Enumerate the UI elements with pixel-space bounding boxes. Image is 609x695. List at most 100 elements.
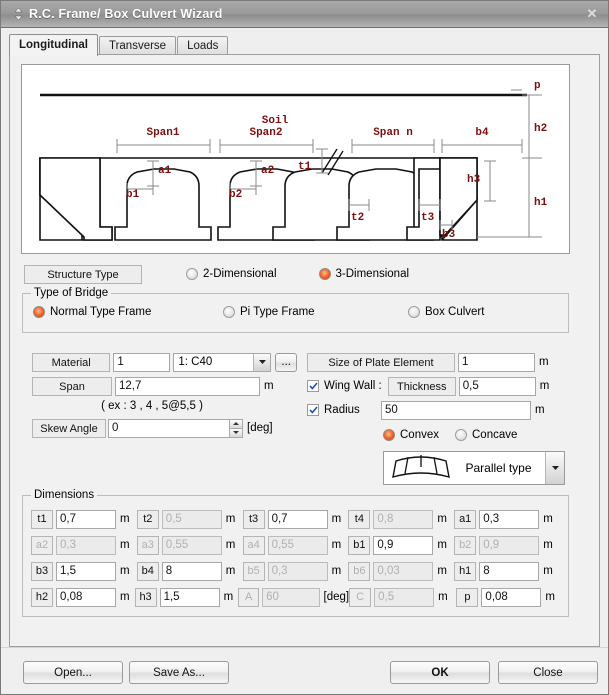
dim-b3: b3 1,5 m — [31, 560, 137, 582]
dim-input-b3[interactable]: 1,5 — [56, 562, 116, 581]
radio-2-dimensional[interactable]: 2-Dimensional — [186, 268, 277, 280]
arch-segment-icon — [390, 454, 452, 483]
span-input[interactable]: 12,7 — [115, 377, 260, 396]
material-browse-button[interactable]: ... — [275, 353, 297, 372]
save-as-button[interactable]: Save As... — [129, 661, 229, 684]
dim-t2: t2 0,5 m — [137, 508, 243, 530]
dimensions-legend: Dimensions — [31, 489, 97, 501]
right-form-column: Size of Plate Element 1 m Wing Wall : Th… — [307, 351, 569, 485]
dim-unit-p: m — [545, 591, 555, 603]
plate-element-input[interactable]: 1 — [458, 353, 535, 372]
dim-label-a1: a1 — [454, 510, 476, 529]
radio-dot-convex — [383, 429, 395, 441]
dim-input-a1[interactable]: 0,3 — [479, 510, 539, 529]
tab-transverse[interactable]: Transverse — [99, 36, 176, 56]
diagram-label-b4: b4 — [475, 127, 489, 139]
span-unit: m — [264, 380, 274, 392]
skew-angle-stepper[interactable] — [229, 419, 243, 438]
wing-wall-label: Wing Wall : — [324, 380, 382, 392]
radio-normal-type-frame[interactable]: Normal Type Frame — [33, 306, 223, 318]
dim-unit-a2: m — [120, 539, 130, 551]
chevron-down-icon — [253, 354, 270, 371]
dim-b1: b1 0,9 m — [348, 534, 454, 556]
material-input[interactable]: 1 — [113, 353, 170, 372]
dim-h1: h1 8 m — [454, 560, 560, 582]
ok-button[interactable]: OK — [390, 661, 490, 684]
material-combo[interactable]: 1: C40 — [173, 353, 271, 372]
dim-input-p[interactable]: 0,08 — [481, 588, 541, 607]
span-label: Span — [32, 377, 112, 396]
radio-dot-concave — [455, 429, 467, 441]
dim-h2: h2 0,08 m — [31, 586, 135, 608]
dim-h3: h3 1,5 m — [135, 586, 239, 608]
radio-concave[interactable]: Concave — [455, 429, 517, 441]
tab-loads[interactable]: Loads — [177, 36, 228, 56]
dim-unit-b2: m — [543, 539, 553, 551]
radio-pi-type-frame[interactable]: Pi Type Frame — [223, 306, 408, 318]
dim-unit-b3: m — [120, 565, 130, 577]
skew-angle-unit: [deg] — [247, 422, 273, 434]
dim-input-h1[interactable]: 8 — [479, 562, 539, 581]
dim-input-t4: 0,8 — [373, 510, 433, 529]
radio-box-culvert[interactable]: Box Culvert — [408, 306, 484, 318]
dim-label-t4: t4 — [348, 510, 370, 529]
span-row: Span 12,7 m — [32, 375, 297, 397]
radio-dot-3d — [319, 268, 331, 280]
structure-type-row: Structure Type 2-Dimensional 3-Dimension… — [24, 263, 569, 285]
diagram-label-soil: Soil — [262, 115, 289, 127]
diagram-label-t3: t3 — [421, 212, 435, 224]
dim-input-t1[interactable]: 0,7 — [56, 510, 116, 529]
dim-b6: b6 0,03 m — [348, 560, 454, 582]
dim-c: C 0,5 m — [349, 586, 456, 608]
wing-wall-thickness-input[interactable]: 0,5 — [459, 377, 536, 396]
dim-input-b4[interactable]: 8 — [162, 562, 222, 581]
close-icon[interactable]: ✕ — [580, 4, 604, 24]
dim-unit-b4: m — [226, 565, 236, 577]
dim-input-a3: 0,55 — [162, 536, 222, 555]
diagram-label-h3-right: h3 — [467, 174, 481, 186]
radio-convex[interactable]: Convex — [383, 429, 455, 441]
dim-input-b1[interactable]: 0,9 — [373, 536, 433, 555]
dim-input-h2[interactable]: 0,08 — [56, 588, 116, 607]
updown-chevron-icon — [11, 6, 25, 22]
plate-element-label: Size of Plate Element — [307, 353, 455, 372]
dimensions-row-3: b3 1,5 m b4 8 m b5 0,3 m b6 0,03 m — [31, 560, 560, 582]
dim-unit-b6: m — [437, 565, 447, 577]
dim-label-a-angle: A — [238, 588, 259, 607]
type-of-bridge-legend: Type of Bridge — [31, 287, 111, 299]
diagram-label-a1: a1 — [158, 165, 172, 177]
curvature-row: Convex Concave — [307, 425, 569, 445]
wing-wall-checkbox[interactable]: Wing Wall : — [307, 380, 382, 392]
dim-input-a2: 0,3 — [56, 536, 116, 555]
chevron-down-icon-wall-type[interactable] — [545, 452, 564, 484]
plate-element-unit: m — [539, 356, 549, 368]
tab-longitudinal[interactable]: Longitudinal — [9, 34, 98, 56]
dim-input-t2: 0,5 — [162, 510, 222, 529]
radio-label-3d: 3-Dimensional — [336, 268, 410, 280]
dimensions-row-1: t1 0,7 m t2 0,5 m t3 0,7 m t4 0,8 m — [31, 508, 560, 530]
dim-a2: a2 0,3 m — [31, 534, 137, 556]
dim-b4: b4 8 m — [137, 560, 243, 582]
dim-label-h2: h2 — [31, 588, 53, 607]
dim-t4: t4 0,8 m — [348, 508, 454, 530]
radio-label-box-culvert: Box Culvert — [425, 306, 484, 318]
stepper-up-icon[interactable] — [229, 419, 243, 428]
radius-checkbox[interactable]: Radius — [307, 404, 381, 416]
dim-p: p 0,08 m — [456, 586, 560, 608]
skew-angle-input[interactable]: 0 — [108, 419, 229, 438]
dim-input-h3[interactable]: 1,5 — [160, 588, 220, 607]
radius-input[interactable]: 50 — [381, 401, 531, 420]
dim-unit-h1: m — [543, 565, 553, 577]
dim-input-t3[interactable]: 0,7 — [268, 510, 328, 529]
stepper-down-icon[interactable] — [229, 428, 243, 438]
radio-3-dimensional[interactable]: 3-Dimensional — [319, 268, 410, 280]
open-button[interactable]: Open... — [23, 661, 123, 684]
diagram-label-b2: b2 — [229, 189, 242, 201]
span-hint: ( ex : 3 , 4 , 5@5,5 ) — [32, 400, 272, 412]
close-button[interactable]: Close — [498, 661, 598, 684]
dim-input-b5: 0,3 — [268, 562, 328, 581]
dim-unit-t3: m — [332, 513, 342, 525]
diagram-label-h1: h1 — [534, 197, 548, 209]
wall-type-combo[interactable]: Parallel type — [383, 451, 565, 485]
dim-label-t1: t1 — [31, 510, 53, 529]
